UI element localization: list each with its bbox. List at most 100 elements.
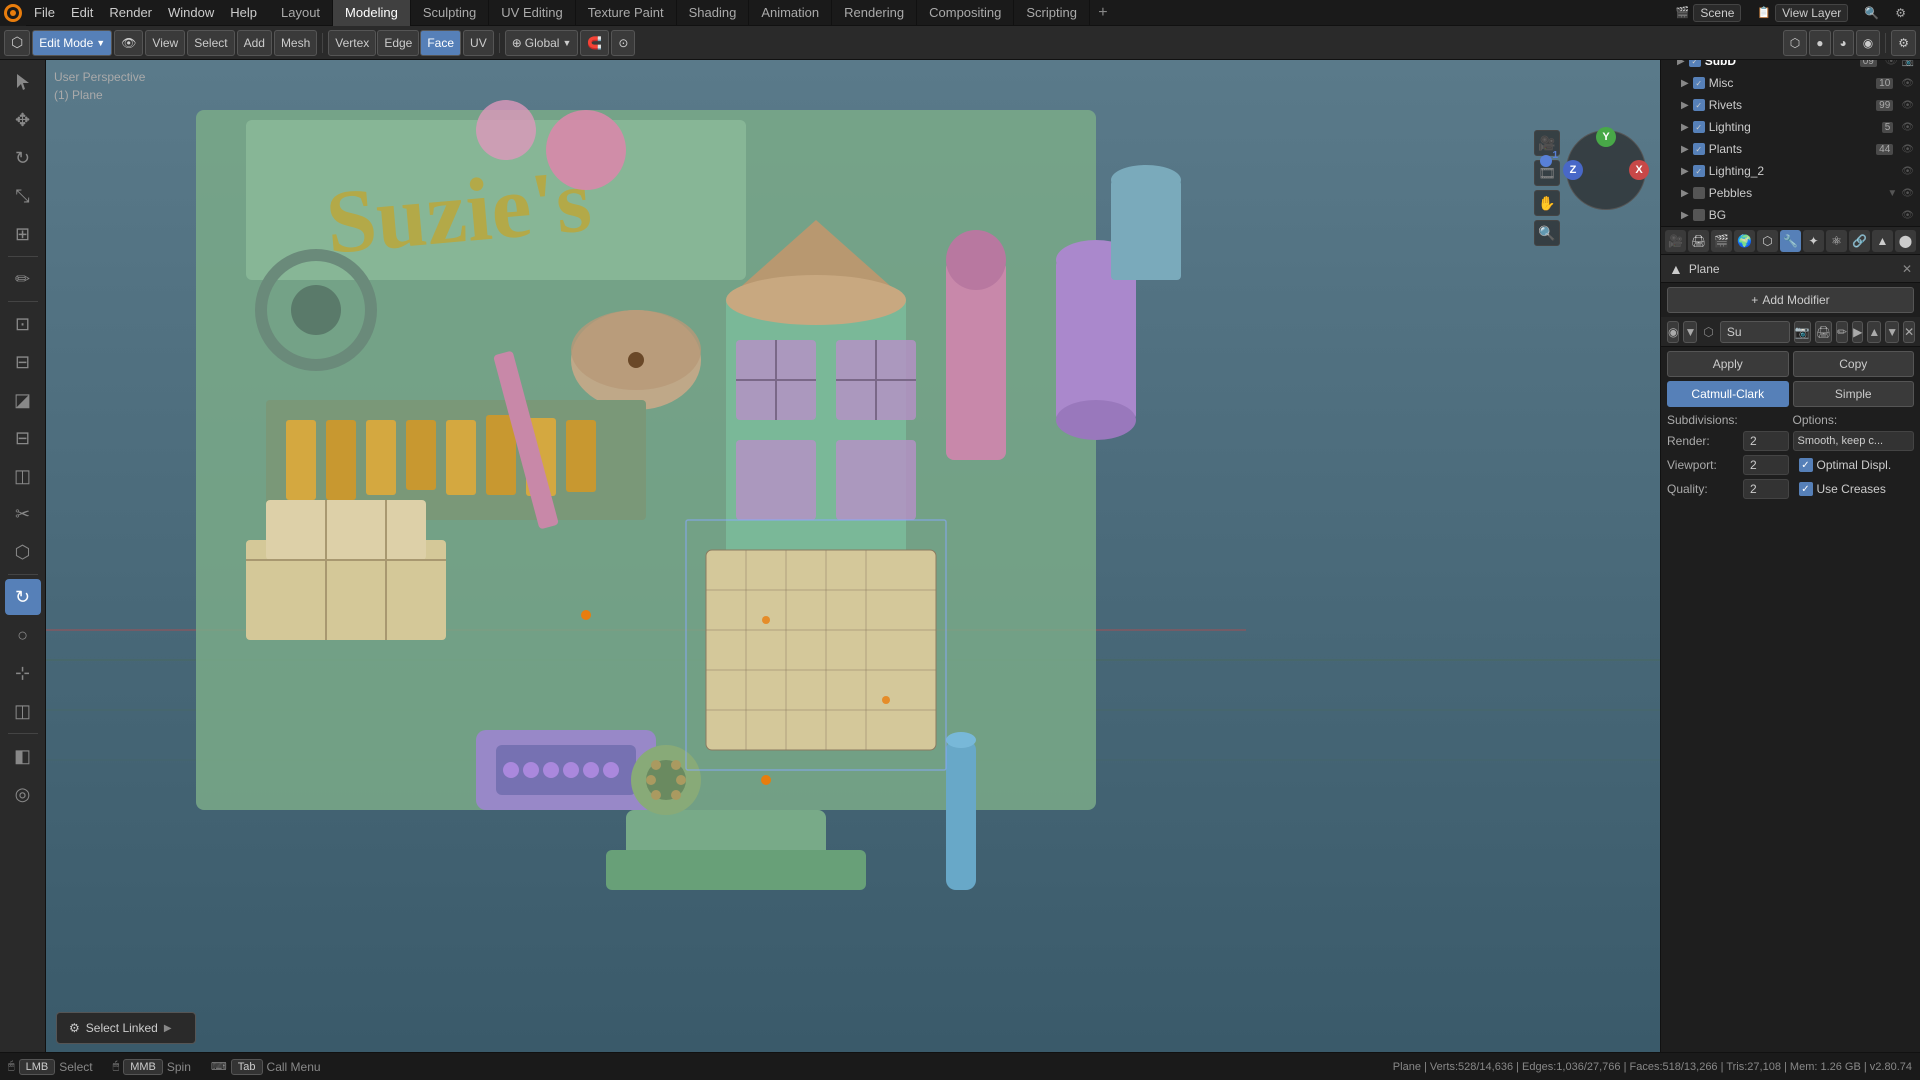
loop-cut-tool[interactable]: ⊟ — [5, 420, 41, 456]
modifier-toggle-btn[interactable]: ▼ — [1683, 321, 1697, 343]
menu-file[interactable]: File — [26, 0, 63, 26]
plants-eye[interactable]: 👁 — [1901, 144, 1914, 155]
view-menu-btn[interactable]: View — [145, 30, 185, 56]
proportional-edit-btn[interactable]: ⊙ — [611, 30, 635, 56]
poly-build-tool[interactable]: ⬡ — [5, 534, 41, 570]
smooth-vertices-tool[interactable]: ○ — [5, 617, 41, 653]
add-workspace-button[interactable]: + — [1090, 0, 1116, 26]
navigation-gizmo[interactable]: X Y Z — [1566, 130, 1646, 210]
menu-help[interactable]: Help — [222, 0, 265, 26]
copy-modifier-btn[interactable]: Copy — [1793, 351, 1915, 377]
plants-check[interactable]: ✓ — [1693, 143, 1705, 155]
tab-sculpting[interactable]: Sculpting — [411, 0, 489, 26]
tab-scripting[interactable]: Scripting — [1014, 0, 1090, 26]
menu-render[interactable]: Render — [101, 0, 160, 26]
tab-layout[interactable]: Layout — [269, 0, 333, 26]
modifier-camera-icon[interactable]: 📷 — [1794, 321, 1811, 343]
bg-check[interactable] — [1693, 209, 1705, 221]
prop-tab-render[interactable]: 🎥 — [1665, 230, 1686, 252]
menu-window[interactable]: Window — [160, 0, 222, 26]
tab-texture-paint[interactable]: Texture Paint — [576, 0, 677, 26]
scale-tool[interactable]: ⤡ — [5, 178, 41, 214]
prop-tab-material[interactable]: ⬤ — [1895, 230, 1916, 252]
collection-item-misc[interactable]: ▶ ✓ Misc 10 👁 — [1661, 72, 1920, 94]
prop-tab-physics[interactable]: ⚛ — [1826, 230, 1847, 252]
catmull-clark-btn[interactable]: Catmull-Clark — [1667, 381, 1789, 407]
rivets-check[interactable]: ✓ — [1693, 99, 1705, 111]
material-mode-btn[interactable]: ◕ — [1833, 30, 1854, 56]
object-header-close[interactable]: ✕ — [1902, 262, 1912, 276]
modifier-close-btn[interactable]: ✕ — [1903, 321, 1915, 343]
tab-compositing[interactable]: Compositing — [917, 0, 1014, 26]
use-creases-checkbox[interactable]: ✓ — [1799, 482, 1813, 496]
pebbles-eye[interactable]: 👁 — [1901, 188, 1914, 199]
collection-item-bg[interactable]: ▶ BG 👁 — [1661, 204, 1920, 226]
bevel-tool[interactable]: ◪ — [5, 382, 41, 418]
modifier-realtime-icon[interactable]: ▶ — [1852, 321, 1863, 343]
filter-button[interactable]: ⚙ — [1889, 4, 1912, 22]
misc-check[interactable]: ✓ — [1693, 77, 1705, 89]
add-modifier-btn[interactable]: + Add Modifier — [1667, 287, 1914, 313]
tab-uv-editing[interactable]: UV Editing — [489, 0, 575, 26]
lighting2-eye[interactable]: 👁 — [1901, 166, 1914, 177]
view-layer-name[interactable]: View Layer — [1775, 4, 1848, 22]
simple-btn[interactable]: Simple — [1793, 381, 1915, 407]
optimal-disp-row[interactable]: ✓ Optimal Displ. — [1793, 453, 1915, 477]
gizmo-z-axis[interactable]: Z — [1563, 160, 1583, 180]
menu-edit[interactable]: Edit — [63, 0, 101, 26]
tab-modeling[interactable]: Modeling — [333, 0, 411, 26]
select-menu-btn[interactable]: Select — [187, 30, 234, 56]
prop-tab-data[interactable]: ▲ — [1872, 230, 1893, 252]
editor-type-button[interactable]: ⬡ — [4, 30, 30, 56]
edit-mode-selector[interactable]: Edit Mode ▼ — [32, 30, 112, 56]
edge-mode-btn[interactable]: Edge — [377, 30, 419, 56]
viewport[interactable]: Suzie's — [46, 60, 1660, 1052]
tab-rendering[interactable]: Rendering — [832, 0, 917, 26]
modifier-down-btn[interactable]: ▼ — [1885, 321, 1899, 343]
tab-animation[interactable]: Animation — [749, 0, 832, 26]
misc-eye[interactable]: 👁 — [1901, 78, 1914, 89]
blender-logo[interactable] — [0, 0, 26, 26]
search-button[interactable]: 🔍 — [1858, 4, 1885, 22]
face-mode-btn[interactable]: Face — [420, 30, 461, 56]
prop-tab-scene[interactable]: 🎬 — [1711, 230, 1732, 252]
viewport-value[interactable]: 2 — [1743, 455, 1789, 475]
modifier-up-btn[interactable]: ▲ — [1867, 321, 1881, 343]
tab-shading[interactable]: Shading — [677, 0, 750, 26]
add-menu-btn[interactable]: Add — [237, 30, 272, 56]
rotate-tool[interactable]: ↻ — [5, 140, 41, 176]
pebbles-filter[interactable]: ▼ — [1887, 188, 1897, 199]
collection-item-lighting[interactable]: ▶ ✓ Lighting 5 👁 — [1661, 116, 1920, 138]
select-linked-item[interactable]: ⚙ Select Linked ▶ — [57, 1017, 195, 1039]
annotate-tool[interactable]: ✏ — [5, 261, 41, 297]
transform-tool[interactable]: ⊞ — [5, 216, 41, 252]
edge-slide-tool[interactable]: ◫ — [5, 693, 41, 729]
knife-tool[interactable]: ✂ — [5, 496, 41, 532]
prop-tab-constraints[interactable]: 🔗 — [1849, 230, 1870, 252]
move-tool[interactable]: ✥ — [5, 102, 41, 138]
extrude-tool[interactable]: ⊡ — [5, 306, 41, 342]
rivets-eye[interactable]: 👁 — [1901, 100, 1914, 111]
rendered-mode-btn[interactable]: ◉ — [1856, 30, 1880, 56]
modifier-visibility-btn[interactable]: ◉ — [1667, 321, 1679, 343]
bg-eye[interactable]: 👁 — [1901, 210, 1914, 221]
collection-item-pebbles[interactable]: ▶ Pebbles ▼ 👁 — [1661, 182, 1920, 204]
vertex-mode-btn[interactable]: Vertex — [328, 30, 376, 56]
apply-modifier-btn[interactable]: Apply — [1667, 351, 1789, 377]
uv-btn[interactable]: UV — [463, 30, 494, 56]
to-sphere-tool[interactable]: ◎ — [5, 776, 41, 812]
render-value[interactable]: 2 — [1743, 431, 1789, 451]
inset-tool[interactable]: ⊟ — [5, 344, 41, 380]
pebbles-check[interactable] — [1693, 187, 1705, 199]
lighting-check[interactable]: ✓ — [1693, 121, 1705, 133]
local-view-button[interactable]: 👁 — [114, 30, 143, 56]
wireframe-mode-btn[interactable]: ⬡ — [1783, 30, 1807, 56]
smooth-value[interactable]: Smooth, keep c... — [1793, 431, 1915, 451]
cursor-tool[interactable] — [5, 64, 41, 100]
gizmo-x-axis[interactable]: X — [1629, 160, 1649, 180]
zoom-btn[interactable]: 🔍 — [1534, 220, 1560, 246]
randomize-tool[interactable]: ⊹ — [5, 655, 41, 691]
optimal-disp-checkbox[interactable]: ✓ — [1799, 458, 1813, 472]
prop-tab-output[interactable]: 🖨 — [1688, 230, 1709, 252]
global-transform-btn[interactable]: ⊕ Global ▼ — [505, 30, 579, 56]
